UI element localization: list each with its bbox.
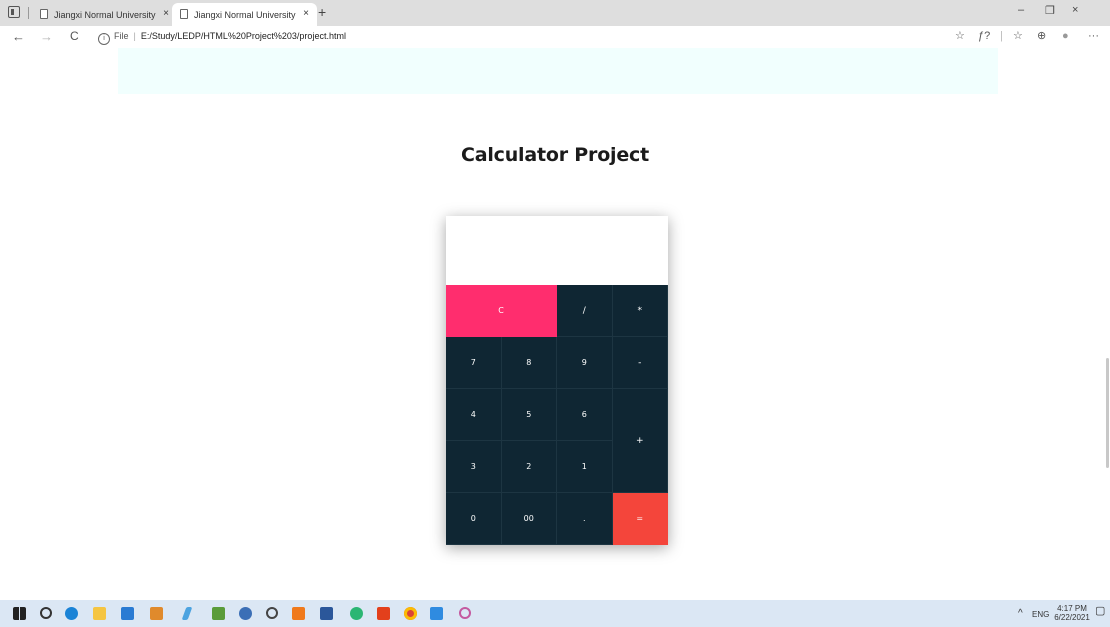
paint3d-icon[interactable]: [459, 607, 471, 619]
multiply-button[interactable]: *: [612, 285, 668, 337]
settings-icon[interactable]: [266, 607, 278, 619]
restore-button[interactable]: ❐: [1045, 4, 1055, 17]
eight-button[interactable]: 8: [501, 337, 557, 389]
nine-button[interactable]: 9: [557, 337, 613, 389]
profile-icon[interactable]: ●: [1062, 30, 1069, 43]
close-window-button[interactable]: ×: [1072, 4, 1078, 16]
url-field[interactable]: i File | E:/Study/LEDP/HTML%20Project%203/p…: [98, 30, 346, 45]
favorites-icon[interactable]: ☆: [1013, 30, 1023, 43]
calculator: C / * 7 8 9 - 4 5 6 + 3 2 1 0 00 . =: [446, 216, 668, 545]
office-icon[interactable]: [377, 607, 390, 620]
notepad-icon[interactable]: [181, 607, 193, 620]
header-banner: [118, 48, 998, 94]
url-text: E:/Study/LEDP/HTML%20Project%203/project…: [140, 31, 346, 41]
edge-icon[interactable]: [65, 607, 78, 620]
three-button[interactable]: 3: [446, 441, 502, 493]
notification-icon[interactable]: ▢: [1095, 606, 1105, 617]
read-aloud-icon[interactable]: ☆: [955, 30, 965, 43]
tab-divider: [28, 7, 29, 19]
five-button[interactable]: 5: [501, 389, 557, 441]
windows-start-icon[interactable]: [13, 607, 26, 620]
search-icon[interactable]: [40, 607, 52, 619]
plus-button[interactable]: +: [612, 389, 668, 493]
page-title: Calculator Project: [460, 144, 649, 166]
tab-close-icon[interactable]: ×: [303, 8, 309, 20]
address-bar: ← → C i File | E:/Study/LEDP/HTML%20Project…: [0, 26, 1110, 49]
language-indicator[interactable]: ENG: [1032, 610, 1049, 619]
clock-time: 4:17 PM: [1057, 604, 1087, 613]
clock[interactable]: 4:17 PM 6/22/2021: [1052, 604, 1092, 622]
clock-date: 6/22/2021: [1054, 613, 1090, 622]
forward-button[interactable]: →: [40, 29, 53, 44]
six-button[interactable]: 6: [557, 389, 613, 441]
equals-button[interactable]: =: [612, 493, 668, 545]
double-zero-button[interactable]: 00: [501, 493, 557, 545]
calculator-keypad: C / * 7 8 9 - 4 5 6 + 3 2 1 0 00 . =: [446, 285, 668, 545]
toolbar-divider: |: [1000, 30, 1003, 42]
tray-chevron-icon[interactable]: ^: [1018, 609, 1023, 619]
vscode-icon[interactable]: [430, 607, 443, 620]
tab-title: Jiangxi Normal University: [194, 10, 296, 20]
refresh-button[interactable]: C: [70, 29, 79, 44]
file-explorer-icon[interactable]: [93, 607, 106, 620]
calculator-display: [446, 216, 668, 285]
page-icon: [40, 9, 48, 19]
minimize-button[interactable]: –: [1018, 4, 1024, 16]
app-icon[interactable]: [350, 607, 363, 620]
store-icon[interactable]: [121, 607, 134, 620]
clear-button[interactable]: C: [446, 285, 557, 337]
more-icon[interactable]: ···: [1088, 30, 1099, 43]
paint-icon[interactable]: [212, 607, 225, 620]
collections-icon[interactable]: ⊕: [1037, 30, 1046, 43]
word-icon[interactable]: [320, 607, 333, 620]
xampp-icon[interactable]: [292, 607, 305, 620]
tab-title: Jiangxi Normal University: [54, 10, 156, 20]
divide-button[interactable]: /: [557, 285, 613, 337]
tab-close-icon[interactable]: ×: [163, 8, 169, 20]
chrome-icon[interactable]: [404, 607, 417, 620]
new-tab-button[interactable]: +: [318, 3, 326, 21]
info-icon[interactable]: i: [98, 33, 110, 45]
page-viewport: Calculator Project C / * 7 8 9 - 4 5 6 +…: [0, 48, 1110, 600]
two-button[interactable]: 2: [501, 441, 557, 493]
tab-actions-icon[interactable]: [8, 6, 20, 18]
four-button[interactable]: 4: [446, 389, 502, 441]
sublime-icon[interactable]: [150, 607, 163, 620]
decimal-button[interactable]: .: [557, 493, 613, 545]
font-icon[interactable]: ƒ?: [978, 30, 990, 43]
address-separator: |: [133, 31, 136, 41]
minus-button[interactable]: -: [612, 337, 668, 389]
tab-jiangxi-active[interactable]: Jiangxi Normal University ×: [172, 3, 317, 26]
zero-button[interactable]: 0: [446, 493, 502, 545]
media-icon[interactable]: [239, 607, 252, 620]
windows-taskbar: ^ ENG 4:17 PM 6/22/2021 ▢: [0, 600, 1110, 627]
tab-jiangxi-inactive[interactable]: Jiangxi Normal University ×: [32, 3, 177, 26]
page-icon: [180, 9, 188, 19]
tab-bar: Jiangxi Normal University × Jiangxi Norm…: [0, 0, 1110, 26]
back-button[interactable]: ←: [12, 29, 25, 44]
one-button[interactable]: 1: [557, 441, 613, 493]
scheme-label: File: [114, 31, 129, 41]
seven-button[interactable]: 7: [446, 337, 502, 389]
scrollbar[interactable]: [1106, 358, 1109, 468]
